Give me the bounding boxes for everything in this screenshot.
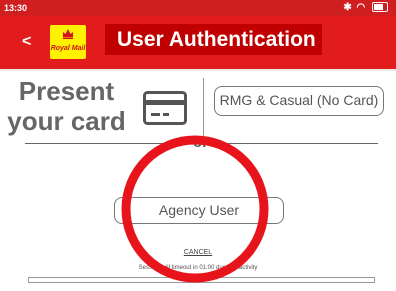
header-divider [0, 69, 396, 71]
status-icons: ✱ ◠ [343, 2, 388, 13]
status-bar: 13:30 ✱ ◠ [0, 0, 396, 16]
crown-icon [63, 29, 73, 39]
rmg-casual-button[interactable]: RMG & Casual (No Card) [214, 86, 384, 116]
session-timeout-text: Session will timeout in 01:00 due to ina… [138, 265, 258, 271]
card-icon [143, 91, 187, 125]
bluetooth-icon: ✱ [343, 2, 353, 13]
back-button[interactable]: < [22, 33, 31, 51]
royal-mail-logo: Royal Mail [50, 25, 86, 59]
page-title: User Authentication [105, 24, 322, 55]
app-bar: < Royal Mail User Authentication [0, 16, 396, 69]
wifi-icon: ◠ [356, 2, 367, 13]
present-card-label: Present your card [7, 76, 126, 136]
or-divider-left [25, 143, 190, 144]
status-time: 13:30 [4, 3, 28, 13]
agency-user-button[interactable]: Agency User [114, 197, 284, 224]
battery-icon [372, 2, 388, 13]
or-divider-right [218, 143, 378, 144]
session-progress-bar [28, 277, 375, 283]
or-label: or [193, 134, 208, 151]
cancel-link[interactable]: CANCEL [0, 249, 396, 256]
logo-text: Royal Mail [50, 45, 86, 52]
